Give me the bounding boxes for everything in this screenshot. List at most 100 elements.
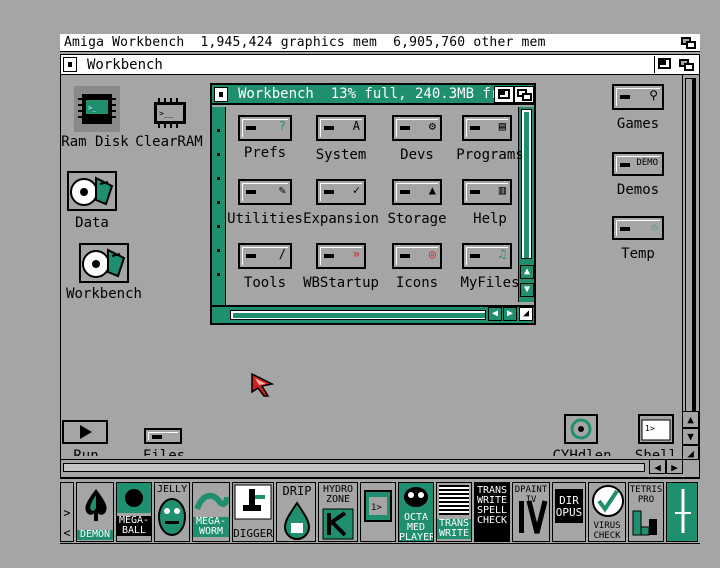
drawer-window-left-border [212, 107, 226, 307]
drawer-label: System [315, 147, 367, 163]
scroll-left-arrow-icon[interactable]: ◀ [488, 307, 502, 321]
files-label: Files [142, 448, 186, 456]
spade-icon [85, 489, 107, 521]
scroll-down-arrow-icon[interactable]: ▼ [682, 428, 699, 445]
drawer-horizontal-scrollbar[interactable] [212, 305, 534, 323]
cyhdlen-label: CYHdlen [552, 448, 612, 456]
drawer-label: Help [473, 211, 507, 227]
dock-item-label: DEMON [77, 530, 113, 540]
dock-item-label: TETRIS PRO [629, 485, 663, 505]
window-size-gadget-icon[interactable]: ◢ [519, 307, 533, 321]
dock-item-label: VIRUS CHECK [593, 521, 621, 541]
dock-prev-arrow-icon[interactable]: < [61, 523, 73, 543]
temp-label: Temp [621, 246, 655, 262]
dock-item-label: TRANS WRITE SPELL CHECK [476, 485, 508, 526]
dock-megaball-button[interactable]: MEGA- BALL [116, 482, 152, 542]
dock-last-button[interactable] [666, 482, 698, 542]
hydrozone-icon [322, 508, 354, 540]
octamed-icon [404, 487, 428, 507]
dock-item-label: TRANS WRITE [437, 518, 471, 539]
svg-text:1>: 1> [645, 424, 655, 433]
drawer-label: Icons [395, 275, 439, 291]
root-horizontal-scroll-knob[interactable] [63, 463, 645, 472]
drawer-window-title-bar[interactable]: Workbench 13% full, 240.3MB fr [212, 85, 534, 105]
dpaint-icon [519, 500, 548, 534]
dock-demon-button[interactable]: DEMON [76, 482, 114, 542]
dock-jelly-button[interactable]: JELLY [154, 482, 190, 542]
drawer-icon: ⚲ [612, 84, 664, 110]
drawer-icon [144, 428, 182, 444]
root-window-title: Workbench [87, 57, 163, 73]
svg-text:1>: 1> [371, 503, 382, 513]
dock-octamed-button[interactable]: OCTA MED PLAYER [398, 482, 434, 542]
close-gadget-icon[interactable] [214, 87, 228, 102]
games-label: Games [616, 116, 660, 132]
document-icon [439, 485, 469, 515]
zoom-gadget-icon[interactable] [494, 86, 514, 103]
dock-scroll-arrows: > < [60, 482, 74, 542]
dock-viruscheck-button[interactable]: VIRUS CHECK [588, 482, 626, 542]
dock-next-arrow-icon[interactable]: > [61, 503, 73, 523]
dock-shell-button[interactable]: 1> [360, 482, 396, 542]
dock-drip-button[interactable]: DRIP [276, 482, 316, 542]
digger-icon [234, 484, 272, 520]
scroll-up-arrow-icon[interactable]: ▲ [682, 411, 699, 428]
drawer-icon: ⚙ [392, 115, 442, 141]
screen-title: Amiga Workbench 1,945,424 graphics mem 6… [64, 35, 546, 50]
drawer-vertical-scroll-knob[interactable] [521, 109, 532, 259]
dock-hydrozone-button[interactable]: HYDRO ZONE [318, 482, 358, 542]
dock-item-label: HYDRO ZONE [322, 484, 354, 505]
clearram-tool-icon: >__ [154, 98, 186, 128]
dock-megaworm-button[interactable]: MEGA- WORM [192, 482, 230, 542]
drawer-icon: ◎ [392, 243, 442, 269]
root-vertical-scrollbar[interactable] [682, 75, 699, 427]
dock-item-label: DRIP [282, 484, 312, 498]
drawer-icon: DEMO [612, 152, 664, 176]
screen-depth-gadget-icon[interactable] [678, 35, 698, 51]
drawer-icon: / [238, 243, 292, 269]
drawer-window-title: Workbench 13% full, 240.3MB fr [238, 86, 500, 102]
scroll-up-arrow-icon[interactable]: ▲ [520, 265, 534, 279]
dock-spellcheck-button[interactable]: TRANS WRITE SPELL CHECK [474, 482, 510, 542]
dock-item-label: MEGA- WORM [193, 517, 229, 537]
screen-title-bar[interactable]: Amiga Workbench 1,945,424 graphics mem 6… [60, 34, 700, 52]
drawer-icon: ? [238, 115, 292, 141]
drawer-icon: ✓ [316, 179, 366, 205]
window-depth-gadget-icon[interactable] [676, 57, 696, 73]
scroll-right-arrow-icon[interactable]: ▶ [503, 307, 517, 321]
dock-item-label: DIGGER [233, 527, 273, 540]
ram-disk-chip-icon: >_ [74, 86, 120, 132]
shell-icon: 1> [638, 414, 674, 444]
scroll-left-arrow-icon[interactable]: ◀ [649, 459, 666, 474]
drawer-icon: ▤ [462, 115, 512, 141]
dock-diropus-button[interactable]: DIR OPUS [552, 482, 586, 542]
run-label: Run [73, 448, 99, 456]
drawer-horizontal-scroll-knob[interactable] [230, 310, 486, 320]
clearram-label: ClearRAM [135, 134, 203, 150]
root-vertical-scroll-knob[interactable] [685, 78, 696, 414]
window-depth-gadget-icon[interactable] [514, 86, 534, 103]
drawer-icon: ♲ [612, 216, 664, 240]
drawer-label: WBStartup [303, 275, 379, 291]
zoom-gadget-icon[interactable] [654, 56, 674, 73]
scroll-right-arrow-icon[interactable]: ▶ [666, 459, 683, 474]
close-gadget-icon[interactable] [63, 57, 77, 72]
root-horizontal-scrollbar[interactable] [61, 459, 651, 475]
megaball-graphic-icon [117, 483, 151, 513]
drawer-label: Devs [400, 147, 434, 163]
window-size-gadget-icon[interactable]: ◢ [682, 445, 699, 460]
drawer-label: Expansion [303, 211, 379, 227]
dock-digger-button[interactable]: DIGGER [232, 482, 274, 542]
jelly-creature-icon [158, 498, 186, 536]
dock-item-label: MEGA- BALL [117, 515, 151, 536]
tool-icon [564, 414, 598, 444]
hard-disk-icon [79, 243, 129, 283]
dock-tetrispro-button[interactable]: TETRIS PRO [628, 482, 664, 542]
scroll-down-arrow-icon[interactable]: ▼ [520, 283, 534, 297]
root-window-title-bar[interactable]: Workbench [61, 55, 699, 75]
dock-transwrite-button[interactable]: TRANS WRITE [436, 482, 472, 542]
toolbar-dock: > < DEMON MEGA- BALL JELLY MEGA- WORM DI… [60, 477, 700, 543]
demos-label: Demos [616, 182, 660, 198]
drawer-icon: ▥ [462, 179, 512, 205]
dock-dpaint-button[interactable]: DPAINT IV [512, 482, 550, 542]
